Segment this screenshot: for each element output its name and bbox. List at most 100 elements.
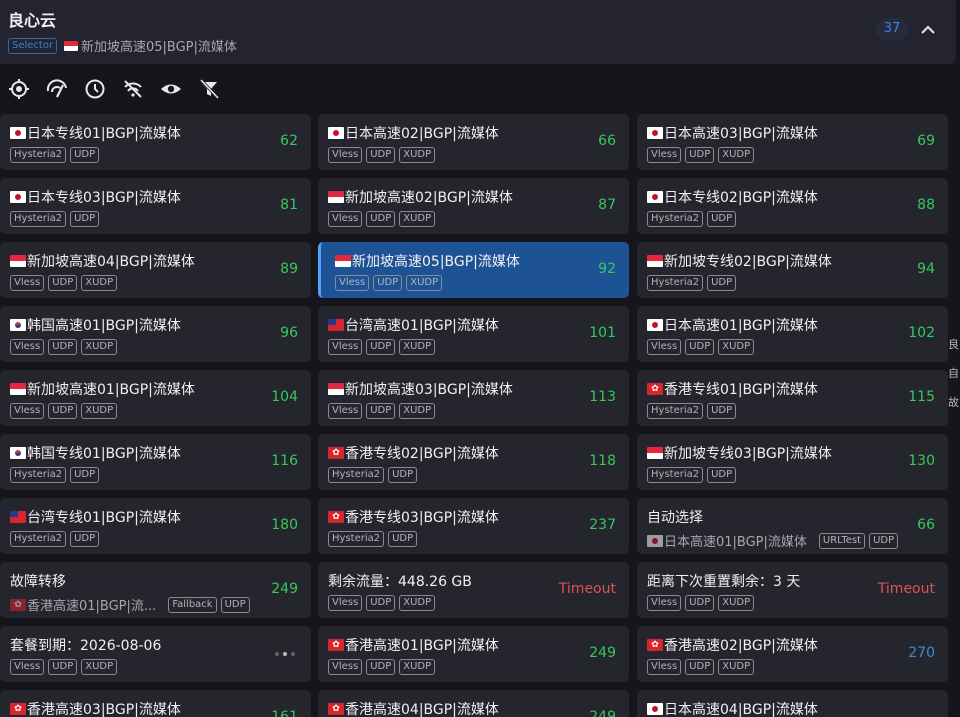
group-current-proxy: 日本高速01|BGP|流媒体 xyxy=(647,531,807,550)
delay-value[interactable]: 88 xyxy=(917,197,935,213)
side-item[interactable]: 良 xyxy=(948,330,960,359)
protocol-tag: UDP xyxy=(70,211,100,227)
proxy-card[interactable]: 新加坡高速04|BGP|流媒体 Vless UDP XUDP 89 xyxy=(0,242,311,298)
proxy-card[interactable]: 台湾高速01|BGP|流媒体 Vless UDP XUDP 101 xyxy=(318,306,629,362)
flag-icon xyxy=(647,534,663,547)
delay-value[interactable]: 116 xyxy=(271,453,298,469)
proxy-card[interactable]: 新加坡高速05|BGP|流媒体 Vless UDP XUDP 92 xyxy=(318,242,629,298)
protocol-tag: XUDP xyxy=(399,211,436,227)
flag-icon xyxy=(328,383,344,395)
proxy-card[interactable]: 日本高速03|BGP|流媒体 Vless UDP XUDP 69 xyxy=(637,114,948,170)
speed-test-button[interactable] xyxy=(38,76,76,102)
delay-value[interactable]: 130 xyxy=(908,453,935,469)
delay-value[interactable]: 249 xyxy=(271,581,298,597)
delay-value[interactable]: 69 xyxy=(917,133,935,149)
flag-icon xyxy=(335,255,351,267)
proxy-card[interactable]: 新加坡高速03|BGP|流媒体 Vless UDP XUDP 113 xyxy=(318,370,629,426)
delay-value[interactable]: 104 xyxy=(271,389,298,405)
proxy-card[interactable]: 剩余流量：448.26 GB Vless UDP XUDP Timeout xyxy=(318,562,629,618)
proxy-tags: Vless UDP XUDP xyxy=(328,659,436,675)
protocol-tag: Vless xyxy=(328,595,363,611)
sort-by-delay-button[interactable] xyxy=(76,76,114,102)
delay-value[interactable]: 101 xyxy=(589,325,616,341)
proxy-name-text: 香港专线02|BGP|流媒体 xyxy=(345,446,499,462)
delay-value[interactable]: 161 xyxy=(271,709,298,717)
delay-value[interactable]: 249 xyxy=(589,709,616,717)
proxy-card[interactable]: 日本高速02|BGP|流媒体 Vless UDP XUDP 66 xyxy=(318,114,629,170)
filter-button[interactable] xyxy=(190,76,228,102)
proxy-card[interactable]: 香港高速03|BGP|流媒体VlessUDPXUDP161 xyxy=(0,690,311,717)
proxy-card[interactable]: 香港专线03|BGP|流媒体 Hysteria2UDP 237 xyxy=(318,498,629,554)
proxy-card[interactable]: 香港高速01|BGP|流媒体 VlessUDPXUDP 249 xyxy=(318,626,629,682)
delay-value[interactable]: 89 xyxy=(280,261,298,277)
proxy-name: 香港高速02|BGP|流媒体 xyxy=(647,635,818,655)
group-header[interactable]: 良心云 Selector 新加坡高速05|BGP|流媒体 37 xyxy=(0,0,956,64)
collapse-button[interactable] xyxy=(918,18,938,40)
protocol-tag: Vless xyxy=(647,147,682,163)
hide-unavailable-button[interactable] xyxy=(114,76,152,102)
delay-value[interactable]: 81 xyxy=(280,197,298,213)
proxy-card[interactable]: 故障转移香港高速01|BGP|流... FallbackUDP 249 xyxy=(0,562,311,618)
protocol-tag: Hysteria2 xyxy=(10,147,67,163)
proxy-tags: Vless UDP XUDP xyxy=(328,339,436,355)
proxy-card[interactable]: 日本高速01|BGP|流媒体 Vless UDP XUDP 102 xyxy=(637,306,948,362)
proxy-card[interactable]: 韩国专线01|BGP|流媒体 Hysteria2 UDP 116 xyxy=(0,434,311,490)
proxy-tags: Hysteria2 UDP xyxy=(10,211,100,227)
locate-button[interactable] xyxy=(0,76,38,102)
proxy-card[interactable]: 韩国高速01|BGP|流媒体 Vless UDP XUDP 96 xyxy=(0,306,311,362)
chevron-up-icon xyxy=(921,25,935,34)
delay-value[interactable]: 249 xyxy=(589,645,616,661)
proxy-card[interactable]: 新加坡高速02|BGP|流媒体 Vless UDP XUDP 87 xyxy=(318,178,629,234)
proxy-card[interactable]: 新加坡专线02|BGP|流媒体 Hysteria2 UDP 94 xyxy=(637,242,948,298)
proxy-card[interactable]: 自动选择 日本高速01|BGP|流媒体 URLTest UDP 66 xyxy=(637,498,948,554)
delay-value[interactable]: 94 xyxy=(917,261,935,277)
proxy-card[interactable]: 新加坡专线03|BGP|流媒体 Hysteria2 UDP 130 xyxy=(637,434,948,490)
flag-icon xyxy=(10,255,26,267)
delay-value[interactable]: 115 xyxy=(908,389,935,405)
show-hidden-button[interactable] xyxy=(152,76,190,102)
proxy-card[interactable]: 香港高速02|BGP|流媒体 VlessUDPXUDP 270 xyxy=(637,626,948,682)
flag-icon xyxy=(10,383,26,395)
proxy-card[interactable]: 日本专线01|BGP|流媒体 Hysteria2 UDP 62 xyxy=(0,114,311,170)
proxy-tags: Vless UDP XUDP xyxy=(647,659,755,675)
proxy-card[interactable]: 日本专线03|BGP|流媒体 Hysteria2 UDP 81 xyxy=(0,178,311,234)
delay-value[interactable]: 270 xyxy=(908,645,935,661)
protocol-tag: Hysteria2 xyxy=(647,275,704,291)
loading-dots xyxy=(275,652,295,656)
proxy-name-text: 自动选择 xyxy=(647,510,703,526)
delay-value[interactable]: Timeout xyxy=(559,581,616,597)
delay-value[interactable]: ... xyxy=(922,709,935,717)
delay-value[interactable]: 118 xyxy=(589,453,616,469)
proxy-card[interactable]: 日本专线02|BGP|流媒体 Hysteria2 UDP 88 xyxy=(637,178,948,234)
proxy-card[interactable]: 套餐到期：2026-08-06 Vless UDP XUDP xyxy=(0,626,311,682)
side-item[interactable]: 故 xyxy=(948,388,960,417)
delay-value[interactable]: 237 xyxy=(589,517,616,533)
protocol-tag: Hysteria2 xyxy=(647,403,704,419)
delay-value[interactable]: 92 xyxy=(598,261,616,277)
proxy-card[interactable]: 日本高速04|BGP|流媒体VlessUDPXUDP... xyxy=(637,690,948,717)
protocol-tag: UDP xyxy=(707,211,737,227)
proxy-name: 日本专线01|BGP|流媒体 xyxy=(10,123,181,143)
protocol-tag: XUDP xyxy=(718,595,755,611)
flag-icon xyxy=(328,639,344,651)
proxy-name: 韩国高速01|BGP|流媒体 xyxy=(10,315,181,335)
protocol-tag: UDP xyxy=(70,531,100,547)
proxy-card[interactable]: 香港高速04|BGP|流媒体VlessUDPXUDP249 xyxy=(318,690,629,717)
delay-value[interactable]: Timeout xyxy=(878,581,935,597)
proxy-card[interactable]: 香港专线02|BGP|流媒体 Hysteria2UDP 118 xyxy=(318,434,629,490)
delay-value[interactable]: 62 xyxy=(280,133,298,149)
delay-value[interactable]: 87 xyxy=(598,197,616,213)
proxy-card[interactable]: 台湾专线01|BGP|流媒体 Hysteria2 UDP 180 xyxy=(0,498,311,554)
delay-value[interactable]: 66 xyxy=(598,133,616,149)
proxy-card[interactable]: 香港专线01|BGP|流媒体 Hysteria2UDP 115 xyxy=(637,370,948,426)
delay-value[interactable]: 180 xyxy=(271,517,298,533)
delay-value[interactable]: 66 xyxy=(917,517,935,533)
protocol-tag: UDP xyxy=(366,211,396,227)
flag-icon xyxy=(647,191,663,203)
side-item[interactable]: 自 xyxy=(948,359,960,388)
delay-value[interactable]: 96 xyxy=(280,325,298,341)
delay-value[interactable]: 102 xyxy=(908,325,935,341)
delay-value[interactable]: 113 xyxy=(589,389,616,405)
proxy-card[interactable]: 新加坡高速01|BGP|流媒体 Vless UDP XUDP 104 xyxy=(0,370,311,426)
proxy-card[interactable]: 距离下次重置剩余：3 天 Vless UDP XUDP Timeout xyxy=(637,562,948,618)
